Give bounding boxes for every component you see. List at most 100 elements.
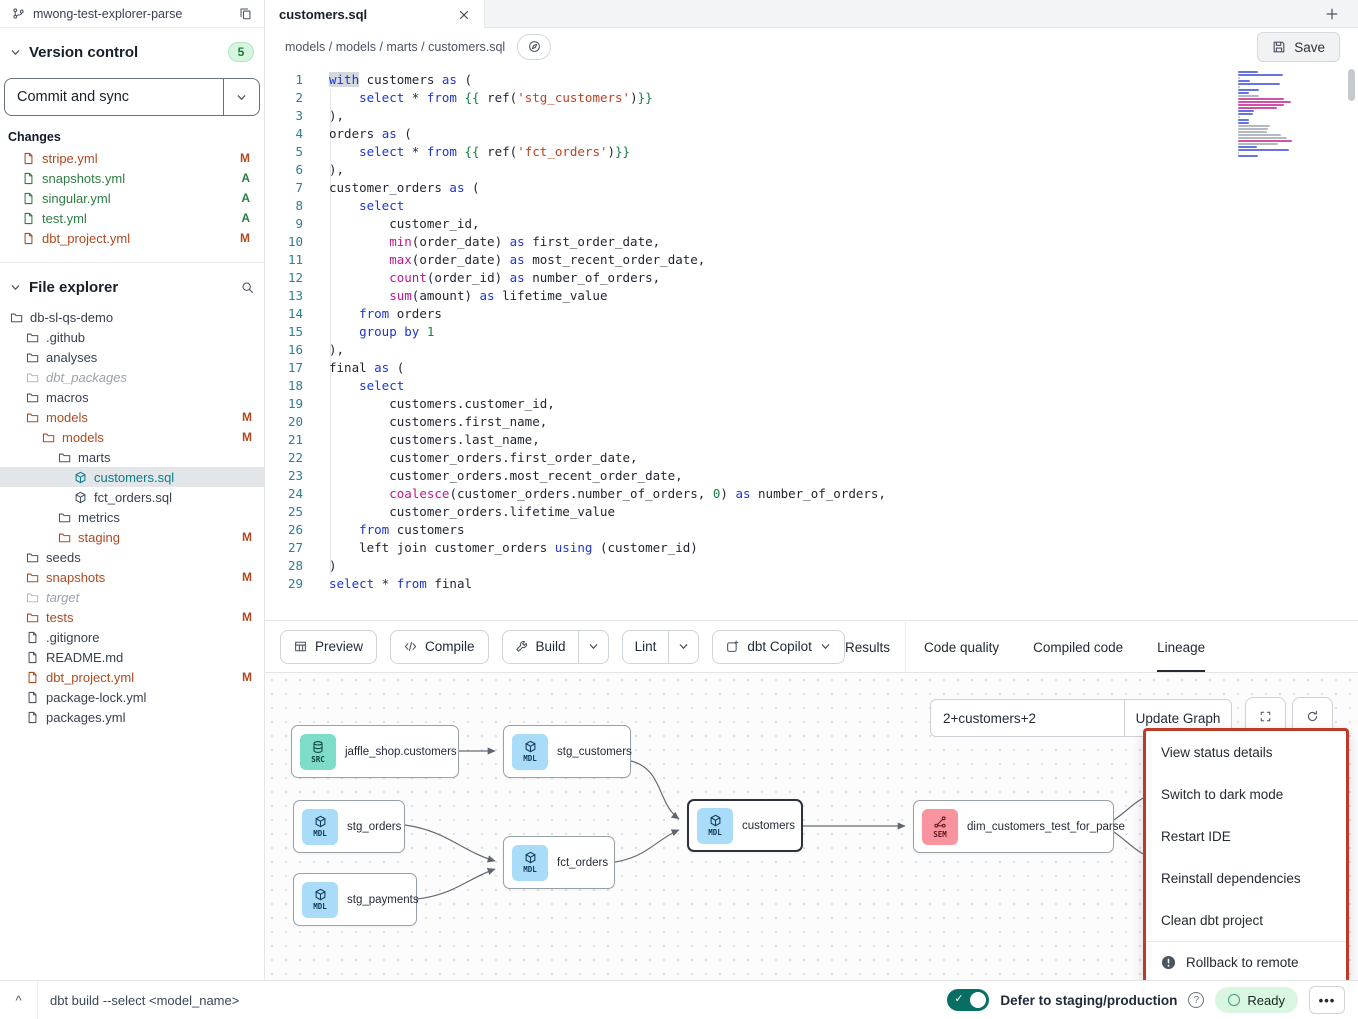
preview-button[interactable]: Preview bbox=[280, 630, 377, 664]
code-line[interactable]: 2 select * from {{ ref('stg_customers')}… bbox=[265, 89, 1358, 107]
more-options-button[interactable]: ••• bbox=[1309, 986, 1345, 1014]
compile-button[interactable]: Compile bbox=[390, 630, 489, 664]
lineage-node-dim-customers-test-for-parse[interactable]: SEMdim_customers_test_for_parse bbox=[913, 800, 1114, 853]
code-line[interactable]: 18 select bbox=[265, 377, 1358, 395]
menu-item-rollback-to-remote[interactable]: Rollback to remote bbox=[1146, 942, 1346, 980]
lint-options-dropdown[interactable] bbox=[668, 631, 698, 663]
new-tab-button[interactable] bbox=[1322, 4, 1342, 24]
tree-item-macros[interactable]: macros bbox=[0, 387, 264, 407]
change-item[interactable]: snapshots.ymlA bbox=[0, 168, 264, 188]
tree-item-metrics[interactable]: metrics bbox=[0, 507, 264, 527]
help-icon[interactable]: ? bbox=[1188, 992, 1204, 1008]
tree-item-tests[interactable]: testsM bbox=[0, 607, 264, 627]
tree-item-dbt-packages[interactable]: dbt_packages bbox=[0, 367, 264, 387]
code-line[interactable]: 25 customer_orders.lifetime_value bbox=[265, 503, 1358, 521]
change-item[interactable]: stripe.ymlM bbox=[0, 148, 264, 168]
duplicate-icon[interactable] bbox=[239, 7, 252, 20]
code-line[interactable]: 23 customer_orders.most_recent_order_dat… bbox=[265, 467, 1358, 485]
code-line[interactable]: 10 min(order_date) as first_order_date, bbox=[265, 233, 1358, 251]
editor-scrollbar[interactable] bbox=[1348, 69, 1355, 101]
code-line[interactable]: 28) bbox=[265, 557, 1358, 575]
lineage-node-stg-customers[interactable]: MDLstg_customers bbox=[503, 725, 631, 778]
code-line[interactable]: 26 from customers bbox=[265, 521, 1358, 539]
code-line[interactable]: 29select * from final bbox=[265, 575, 1358, 593]
close-icon[interactable] bbox=[458, 9, 470, 21]
code-line[interactable]: 5 select * from {{ ref('fct_orders')}} bbox=[265, 143, 1358, 161]
tree-item-readme-md[interactable]: README.md bbox=[0, 647, 264, 667]
code-line[interactable]: 27 left join customer_orders using (cust… bbox=[265, 539, 1358, 557]
lineage-node-jaffle-shop-customers[interactable]: SRCjaffle_shop.customers bbox=[291, 725, 459, 778]
tab-results[interactable]: Results bbox=[845, 621, 890, 673]
code-line[interactable]: 4orders as ( bbox=[265, 125, 1358, 143]
search-icon[interactable] bbox=[241, 281, 254, 294]
version-control-header[interactable]: Version control 5 bbox=[0, 40, 264, 64]
commit-options-dropdown[interactable] bbox=[223, 79, 259, 115]
code-line[interactable]: 7customer_orders as ( bbox=[265, 179, 1358, 197]
tree-item-package-lock-yml[interactable]: package-lock.yml bbox=[0, 687, 264, 707]
commit-and-sync-label[interactable]: Commit and sync bbox=[5, 79, 223, 115]
tree-item-dbt-project-yml[interactable]: dbt_project.ymlM bbox=[0, 667, 264, 687]
change-item[interactable]: singular.ymlA bbox=[0, 188, 264, 208]
tree-item-customers-sql[interactable]: customers.sql bbox=[0, 467, 264, 487]
tree-item--gitignore[interactable]: .gitignore bbox=[0, 627, 264, 647]
code-line[interactable]: 1with customers as ( bbox=[265, 71, 1358, 89]
code-line[interactable]: 20 customers.first_name, bbox=[265, 413, 1358, 431]
code-lines[interactable]: 1with customers as (2 select * from {{ r… bbox=[265, 71, 1358, 593]
code-line[interactable]: 16), bbox=[265, 341, 1358, 359]
tree-item-target[interactable]: target bbox=[0, 587, 264, 607]
menu-item-view-status-details[interactable]: View status details bbox=[1146, 731, 1346, 773]
defer-toggle[interactable]: ✓ bbox=[947, 989, 989, 1011]
tree-item-marts[interactable]: marts bbox=[0, 447, 264, 467]
code-line[interactable]: 6), bbox=[265, 161, 1358, 179]
tree-item-snapshots[interactable]: snapshotsM bbox=[0, 567, 264, 587]
dbt-copilot-button[interactable]: dbt Copilot bbox=[712, 630, 845, 664]
lineage-selector-input[interactable] bbox=[930, 699, 1124, 737]
code-line[interactable]: 12 count(order_id) as number_of_orders, bbox=[265, 269, 1358, 287]
code-line[interactable]: 19 customers.customer_id, bbox=[265, 395, 1358, 413]
code-line[interactable]: 3), bbox=[265, 107, 1358, 125]
tree-item-fct-orders-sql[interactable]: fct_orders.sql bbox=[0, 487, 264, 507]
code-line[interactable]: 8 select bbox=[265, 197, 1358, 215]
tab-lineage[interactable]: Lineage bbox=[1157, 621, 1205, 673]
file-explorer-header[interactable]: File explorer bbox=[0, 275, 264, 299]
code-line[interactable]: 17final as ( bbox=[265, 359, 1358, 377]
tree-item-analyses[interactable]: analyses bbox=[0, 347, 264, 367]
tree-item-staging[interactable]: stagingM bbox=[0, 527, 264, 547]
code-line[interactable]: 13 sum(amount) as lifetime_value bbox=[265, 287, 1358, 305]
code-editor[interactable]: 1with customers as (2 select * from {{ r… bbox=[265, 65, 1358, 620]
minimap[interactable] bbox=[1238, 71, 1294, 158]
code-line[interactable]: 14 from orders bbox=[265, 305, 1358, 323]
code-line[interactable]: 21 customers.last_name, bbox=[265, 431, 1358, 449]
code-line[interactable]: 9 customer_id, bbox=[265, 215, 1358, 233]
lineage-node-fct-orders[interactable]: MDLfct_orders bbox=[503, 836, 615, 889]
lineage-node-stg-payments[interactable]: MDLstg_payments bbox=[293, 873, 417, 926]
tree-item-models[interactable]: modelsM bbox=[0, 407, 264, 427]
tab-customers-sql[interactable]: customers.sql bbox=[265, 0, 485, 29]
code-line[interactable]: 22 customer_orders.first_order_date, bbox=[265, 449, 1358, 467]
tree-item-models[interactable]: modelsM bbox=[0, 427, 264, 447]
collapse-panel-button[interactable]: ^ bbox=[0, 981, 38, 1019]
menu-item-restart-ide[interactable]: Restart IDE bbox=[1146, 815, 1346, 857]
build-button[interactable]: Build bbox=[503, 631, 578, 663]
lint-button[interactable]: Lint bbox=[623, 631, 669, 663]
explore-lineage-button[interactable] bbox=[517, 34, 551, 60]
lineage-node-customers[interactable]: MDLcustomers bbox=[687, 799, 803, 852]
lineage-node-stg-orders[interactable]: MDLstg_orders bbox=[293, 800, 405, 853]
command-input[interactable]: dbt build --select <model_name> bbox=[50, 993, 947, 1008]
tree-item-seeds[interactable]: seeds bbox=[0, 547, 264, 567]
change-item[interactable]: test.ymlA bbox=[0, 208, 264, 228]
tree-item-packages-yml[interactable]: packages.yml bbox=[0, 707, 264, 727]
menu-item-clean-dbt-project[interactable]: Clean dbt project bbox=[1146, 899, 1346, 941]
tree-item--github[interactable]: .github bbox=[0, 327, 264, 347]
menu-item-switch-to-dark-mode[interactable]: Switch to dark mode bbox=[1146, 773, 1346, 815]
change-item[interactable]: dbt_project.ymlM bbox=[0, 228, 264, 248]
tab-code-quality[interactable]: Code quality bbox=[924, 621, 999, 673]
code-line[interactable]: 24 coalesce(customer_orders.number_of_or… bbox=[265, 485, 1358, 503]
build-options-dropdown[interactable] bbox=[578, 631, 608, 663]
code-line[interactable]: 11 max(order_date) as most_recent_order_… bbox=[265, 251, 1358, 269]
tree-item-db-sl-qs-demo[interactable]: db-sl-qs-demo bbox=[0, 307, 264, 327]
code-line[interactable]: 15 group by 1 bbox=[265, 323, 1358, 341]
save-button[interactable]: Save bbox=[1257, 32, 1340, 62]
tab-compiled-code[interactable]: Compiled code bbox=[1033, 621, 1123, 673]
menu-item-reinstall-dependencies[interactable]: Reinstall dependencies bbox=[1146, 857, 1346, 899]
